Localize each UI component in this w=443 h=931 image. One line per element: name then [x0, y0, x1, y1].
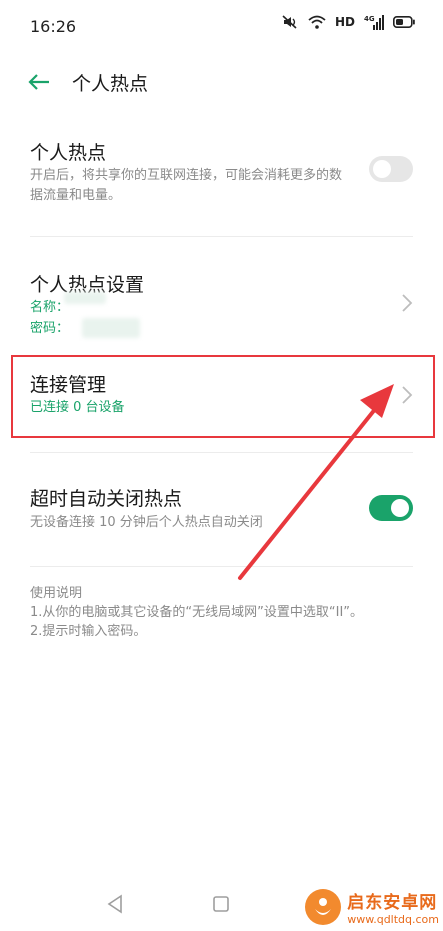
hotspot-password-label: 密码：	[30, 321, 70, 336]
auto-close-description: 无设备连接 10 分钟后个人热点自动关闭	[30, 515, 263, 530]
header: 个人热点	[0, 58, 443, 106]
toggle-knob	[373, 160, 391, 178]
hotspot-toggle-item[interactable]: 个人热点 开启后，将共享你的互联网连接，可能会消耗更多的数据流量和电量。	[0, 130, 443, 230]
watermark-text: 启东安卓网 www.qdltdq.com	[347, 888, 439, 926]
toggle-knob	[391, 499, 409, 517]
watermark: 启东安卓网 www.qdltdq.com	[303, 887, 439, 927]
hotspot-title: 个人热点	[30, 142, 107, 164]
status-bar: 16:26 HD 4G	[0, 0, 443, 52]
auto-close-title: 超时自动关闭热点	[30, 488, 183, 510]
battery-icon	[393, 16, 415, 28]
hotspot-description: 开启后，将共享你的互联网连接，可能会消耗更多的数据流量和电量。	[30, 168, 343, 203]
redacted-password	[82, 318, 140, 338]
hotspot-toggle[interactable]	[369, 156, 413, 182]
auto-close-toggle[interactable]	[369, 495, 413, 521]
chevron-right-icon	[402, 294, 413, 312]
nav-back-icon[interactable]	[106, 894, 124, 914]
divider	[30, 566, 413, 567]
status-icons: HD 4G	[281, 14, 415, 30]
nav-home-icon[interactable]	[212, 895, 230, 913]
status-time: 16:26	[30, 17, 77, 36]
hd-label: HD	[334, 15, 355, 29]
highlight-box	[11, 355, 435, 438]
wifi-icon	[308, 15, 326, 29]
watermark-url: www.qdltdq.com	[347, 913, 439, 926]
cellular-signal-icon: 4G	[364, 15, 384, 30]
instructions-title: 使用说明	[30, 586, 83, 601]
page-title: 个人热点	[72, 73, 149, 95]
redacted-name	[64, 292, 106, 304]
instructions-line-2: 2.提示时输入密码。	[30, 624, 147, 639]
instructions: 使用说明 1.从你的电脑或其它设备的“无线局域网”设置中选取“II”。 2.提示…	[30, 584, 363, 641]
instructions-line-1: 1.从你的电脑或其它设备的“无线局域网”设置中选取“II”。	[30, 605, 364, 620]
hotspot-settings-item[interactable]: 个人热点设置 名称： 密码：	[0, 262, 443, 342]
watermark-title: 启东安卓网	[347, 893, 438, 913]
divider	[30, 452, 413, 453]
signal-type-label: 4G	[364, 15, 375, 23]
watermark-logo-icon	[305, 889, 342, 925]
mute-icon	[282, 15, 297, 29]
divider	[30, 236, 413, 237]
auto-close-item[interactable]: 超时自动关闭热点 无设备连接 10 分钟后个人热点自动关闭	[0, 476, 443, 556]
arrow-left-icon	[28, 74, 49, 90]
back-button[interactable]	[24, 68, 54, 96]
